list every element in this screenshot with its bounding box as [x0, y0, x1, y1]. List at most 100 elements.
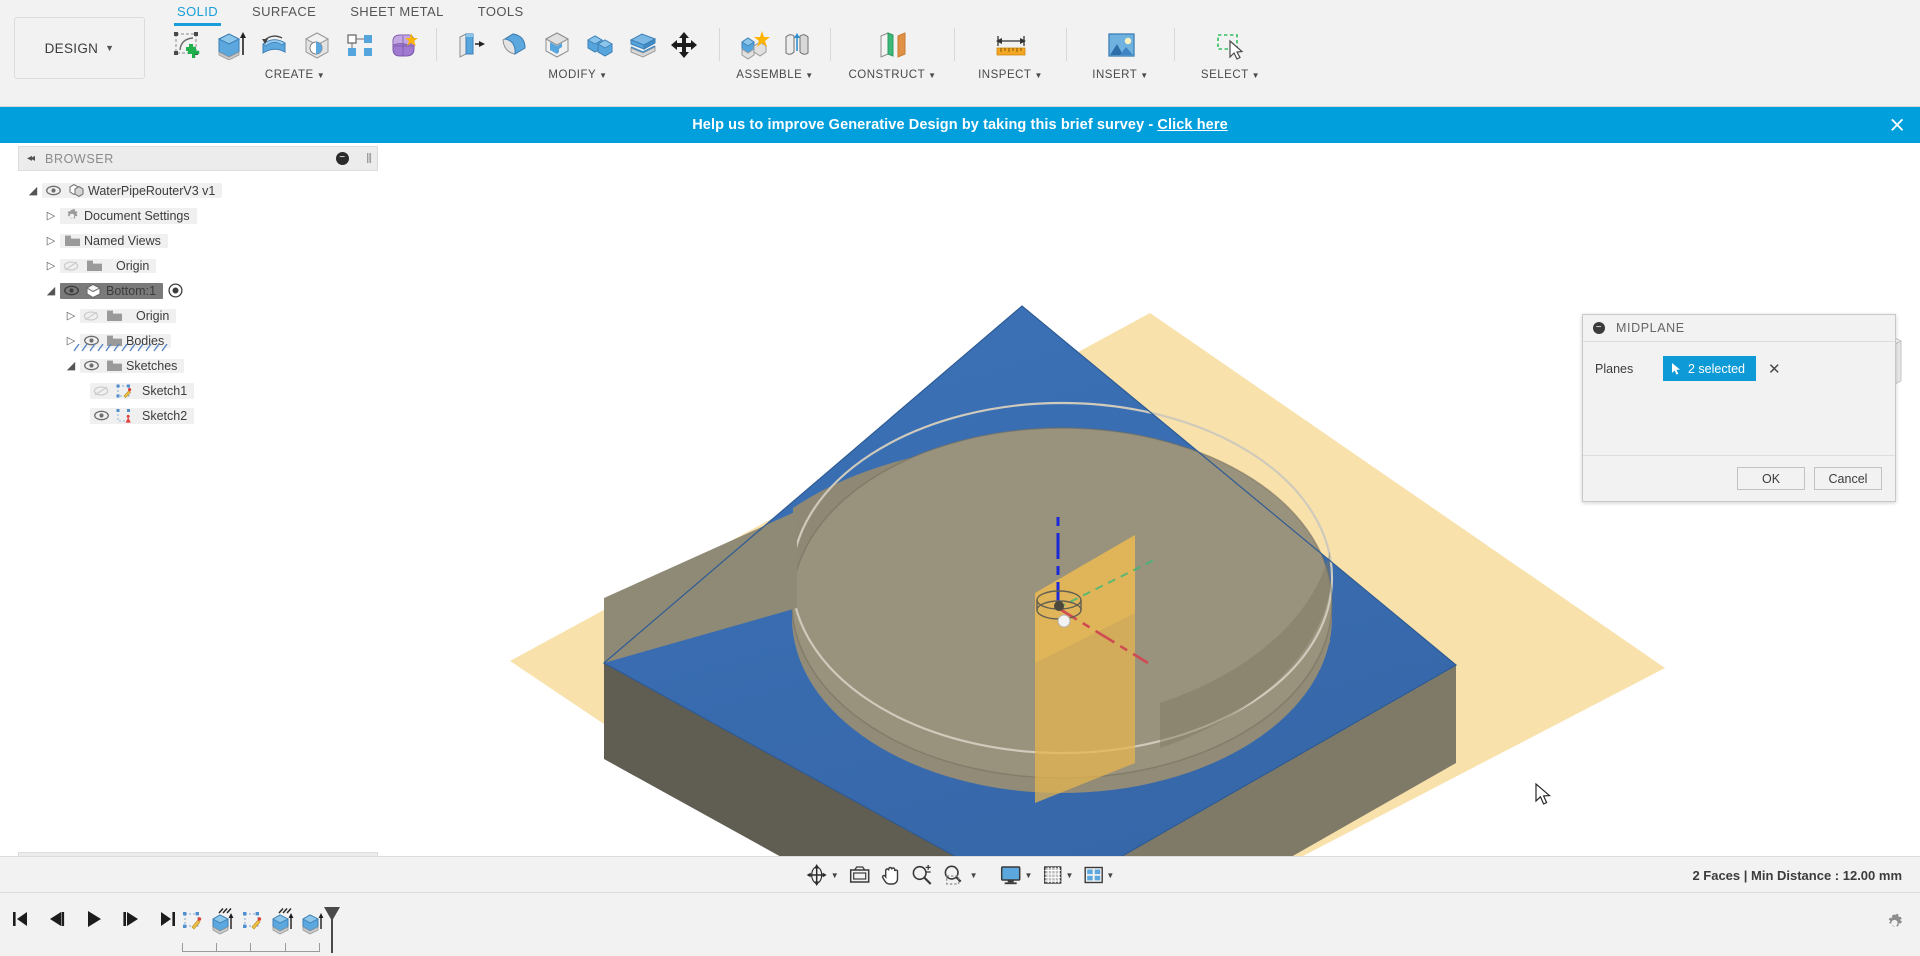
play-button[interactable] — [82, 907, 106, 931]
tree-item-named-views[interactable]: ▷ Named Views — [14, 228, 380, 253]
tree-item-label: Sketch2 — [142, 408, 188, 423]
folder-icon — [60, 234, 84, 248]
revolve-icon[interactable] — [252, 24, 295, 66]
timeline-rail[interactable] — [182, 943, 320, 952]
timeline-extrude2[interactable] — [268, 905, 298, 939]
expand-arrow-icon[interactable]: ▷ — [42, 209, 60, 222]
expand-arrow-icon[interactable]: ▷ — [42, 234, 60, 247]
ribbon-panel-insert-label[interactable]: INSERT ▼ — [1092, 69, 1148, 81]
chevron-down-icon[interactable]: ▼ — [1106, 871, 1114, 880]
visibility-eye-off-icon[interactable] — [90, 385, 112, 397]
chevron-down-icon[interactable]: ▼ — [1065, 871, 1073, 880]
move-copy-icon[interactable] — [664, 24, 707, 66]
timeline-sketch2[interactable] — [238, 905, 268, 939]
ok-button[interactable]: OK — [1737, 467, 1805, 490]
offset-plane-icon[interactable] — [871, 24, 914, 66]
press-pull-icon[interactable] — [449, 24, 492, 66]
fillet-icon[interactable] — [492, 24, 535, 66]
new-component-icon[interactable] — [732, 24, 775, 66]
activate-component-radio[interactable] — [168, 283, 183, 298]
tree-item-label: Document Settings — [84, 208, 190, 223]
go-to-end-button[interactable] — [156, 907, 180, 931]
midplane-dialog: − MIDPLANE Planes 2 selected ✕ OK Cancel — [1582, 314, 1896, 502]
tree-item-sketches[interactable]: ◢ Sketches — [14, 353, 380, 378]
ribbon-panel-modify: MODIFY ▼ — [443, 22, 713, 81]
pan-icon[interactable] — [876, 862, 906, 888]
pattern-icon[interactable] — [338, 24, 381, 66]
collapse-icon[interactable]: ◂◂ — [27, 153, 35, 164]
measure-icon[interactable] — [989, 24, 1032, 66]
combine-icon[interactable] — [578, 24, 621, 66]
tree-item-root[interactable]: ◢ WaterPipeRouterV3 v1 — [14, 178, 380, 203]
close-icon[interactable]: × — [1888, 114, 1906, 136]
look-at-icon[interactable] — [844, 862, 876, 888]
visibility-eye-icon[interactable] — [42, 185, 64, 196]
visibility-eye-icon[interactable] — [80, 360, 102, 371]
expand-arrow-icon[interactable]: ◢ — [24, 184, 42, 197]
minimize-icon[interactable]: − — [336, 152, 349, 165]
tree-item-bottom-component[interactable]: ◢ Bottom:1 — [14, 278, 380, 303]
zoom-window-icon[interactable]: ▼ — [938, 862, 983, 888]
timeline-marker[interactable] — [322, 905, 342, 955]
midplane-dialog-header[interactable]: − MIDPLANE — [1583, 315, 1895, 342]
clear-selection-icon[interactable]: ✕ — [1768, 360, 1781, 378]
hole-icon[interactable] — [295, 24, 338, 66]
timeline-extrude1[interactable] — [208, 905, 238, 939]
ribbon-panel-select-label[interactable]: SELECT ▼ — [1201, 69, 1260, 81]
ribbon-panel-construct-label[interactable]: CONSTRUCT ▼ — [848, 69, 936, 81]
step-back-button[interactable] — [45, 907, 69, 931]
orbit-icon[interactable]: ▼ — [801, 862, 844, 888]
ribbon-panel-modify-label[interactable]: MODIFY ▼ — [548, 69, 607, 81]
tree-item-origin-nested[interactable]: ▷ Origin — [14, 303, 380, 328]
panel-resize-grip[interactable]: ⦀ — [366, 151, 372, 167]
ribbon-panel-assemble-label[interactable]: ASSEMBLE ▼ — [736, 69, 813, 81]
tree-item-label: Origin — [136, 308, 170, 323]
zoom-icon[interactable] — [906, 862, 938, 888]
design-workspace-button[interactable]: DESIGN ▼ — [14, 17, 145, 79]
expand-arrow-icon[interactable]: ◢ — [62, 359, 80, 372]
tree-item-origin-root[interactable]: ▷ Origin — [14, 253, 380, 278]
browser-title: BROWSER — [45, 151, 114, 166]
planes-selection-chip[interactable]: 2 selected — [1663, 356, 1756, 381]
planes-selection-value: 2 selected — [1688, 361, 1745, 376]
tree-item-bodies[interactable]: ▷ Bodies — [14, 328, 380, 353]
select-window-icon[interactable] — [1209, 24, 1252, 66]
chevron-down-icon[interactable]: ▼ — [970, 871, 978, 880]
panel-divider — [436, 28, 437, 61]
extrude-icon[interactable] — [209, 24, 252, 66]
timeline-sketch1[interactable] — [178, 905, 208, 939]
body-icon — [82, 283, 106, 299]
gear-icon — [1888, 913, 1902, 927]
timeline-playback-controls — [8, 907, 180, 931]
survey-banner-link[interactable]: Click here — [1157, 117, 1227, 133]
shell-icon[interactable] — [535, 24, 578, 66]
visibility-eye-icon[interactable] — [90, 410, 112, 421]
expand-arrow-icon[interactable]: ◢ — [42, 284, 60, 297]
joint-icon[interactable] — [775, 24, 818, 66]
tree-item-sketch1[interactable]: Sketch1 — [14, 378, 380, 403]
collapse-icon[interactable]: − — [1593, 322, 1605, 334]
viewports-icon[interactable]: ▼ — [1078, 862, 1119, 888]
split-face-icon[interactable] — [621, 24, 664, 66]
tree-item-document-settings[interactable]: ▷ Document Settings — [14, 203, 380, 228]
go-to-beginning-button[interactable] — [8, 907, 32, 931]
status-bar: ▼ ▼ ▼ ▼ ▼ 2 Faces | Min Distance: 12.00… — [0, 856, 1920, 892]
timeline-settings-button[interactable] — [1884, 911, 1906, 938]
insert-image-icon[interactable] — [1099, 24, 1142, 66]
ribbon-panel-inspect-label[interactable]: INSPECT ▼ — [978, 69, 1043, 81]
chevron-down-icon[interactable]: ▼ — [1025, 871, 1033, 880]
cancel-button[interactable]: Cancel — [1814, 467, 1882, 490]
expand-arrow-icon[interactable]: ▷ — [62, 309, 80, 322]
visibility-eye-off-icon[interactable] — [60, 260, 82, 272]
expand-arrow-icon[interactable]: ▷ — [42, 259, 60, 272]
visibility-eye-off-icon[interactable] — [80, 310, 102, 322]
grid-snaps-icon[interactable]: ▼ — [1037, 862, 1078, 888]
form-icon[interactable] — [381, 24, 424, 66]
display-settings-icon[interactable]: ▼ — [995, 862, 1038, 888]
ribbon-panel-create-label[interactable]: CREATE ▼ — [265, 69, 325, 81]
create-sketch-icon[interactable] — [166, 24, 209, 66]
visibility-eye-icon[interactable] — [60, 285, 82, 296]
chevron-down-icon[interactable]: ▼ — [831, 871, 839, 880]
step-forward-button[interactable] — [119, 907, 143, 931]
tree-item-sketch2[interactable]: Sketch2 — [14, 403, 380, 428]
